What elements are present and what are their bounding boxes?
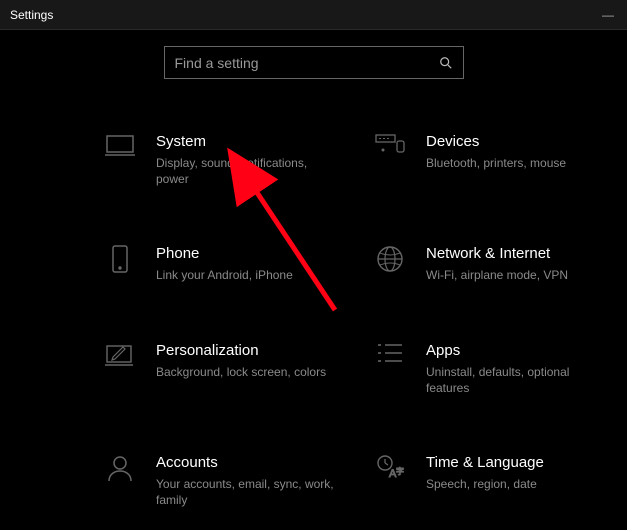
search-placeholder: Find a setting [175, 55, 259, 71]
card-desc: Link your Android, iPhone [156, 267, 336, 283]
card-desc: Bluetooth, printers, mouse [426, 155, 606, 171]
search-input[interactable]: Find a setting [164, 46, 464, 79]
content-area: Find a setting System Display, sound, no… [0, 30, 627, 508]
card-devices[interactable]: Devices Bluetooth, printers, mouse [374, 133, 606, 187]
card-title: System [156, 133, 374, 151]
card-desc: Display, sound, notifications, power [156, 155, 336, 187]
card-title: Personalization [156, 342, 374, 360]
titlebar: Settings — [0, 0, 627, 30]
card-title: Devices [426, 133, 606, 151]
card-title: Time & Language [426, 454, 606, 472]
card-desc: Speech, region, date [426, 476, 606, 492]
card-title: Network & Internet [426, 245, 606, 263]
card-desc: Uninstall, defaults, optional features [426, 364, 606, 396]
card-network[interactable]: Network & Internet Wi-Fi, airplane mode,… [374, 245, 606, 283]
window-buttons: — [602, 8, 619, 22]
card-system[interactable]: System Display, sound, notifications, po… [104, 133, 374, 187]
apps-icon [374, 342, 406, 374]
network-icon [374, 245, 406, 277]
search-icon [439, 56, 453, 70]
card-personalization[interactable]: Personalization Background, lock screen,… [104, 342, 374, 396]
card-title: Apps [426, 342, 606, 360]
card-accounts[interactable]: Accounts Your accounts, email, sync, wor… [104, 454, 374, 508]
accounts-icon [104, 454, 136, 486]
card-time[interactable]: A 字 Time & Language Speech, region, date [374, 454, 606, 508]
system-icon [104, 133, 136, 165]
card-desc: Your accounts, email, sync, work, family [156, 476, 336, 508]
svg-text:字: 字 [396, 466, 404, 476]
card-title: Phone [156, 245, 374, 263]
devices-icon [374, 133, 406, 165]
card-title: Accounts [156, 454, 374, 472]
minimize-button[interactable]: — [602, 8, 613, 22]
card-desc: Wi-Fi, airplane mode, VPN [426, 267, 606, 283]
card-desc: Background, lock screen, colors [156, 364, 336, 380]
personalization-icon [104, 342, 136, 374]
phone-icon [104, 245, 136, 277]
settings-grid: System Display, sound, notifications, po… [0, 133, 627, 508]
card-phone[interactable]: Phone Link your Android, iPhone [104, 245, 374, 283]
card-apps[interactable]: Apps Uninstall, defaults, optional featu… [374, 342, 606, 396]
time-language-icon: A 字 [374, 454, 406, 486]
window-title: Settings [8, 8, 53, 22]
